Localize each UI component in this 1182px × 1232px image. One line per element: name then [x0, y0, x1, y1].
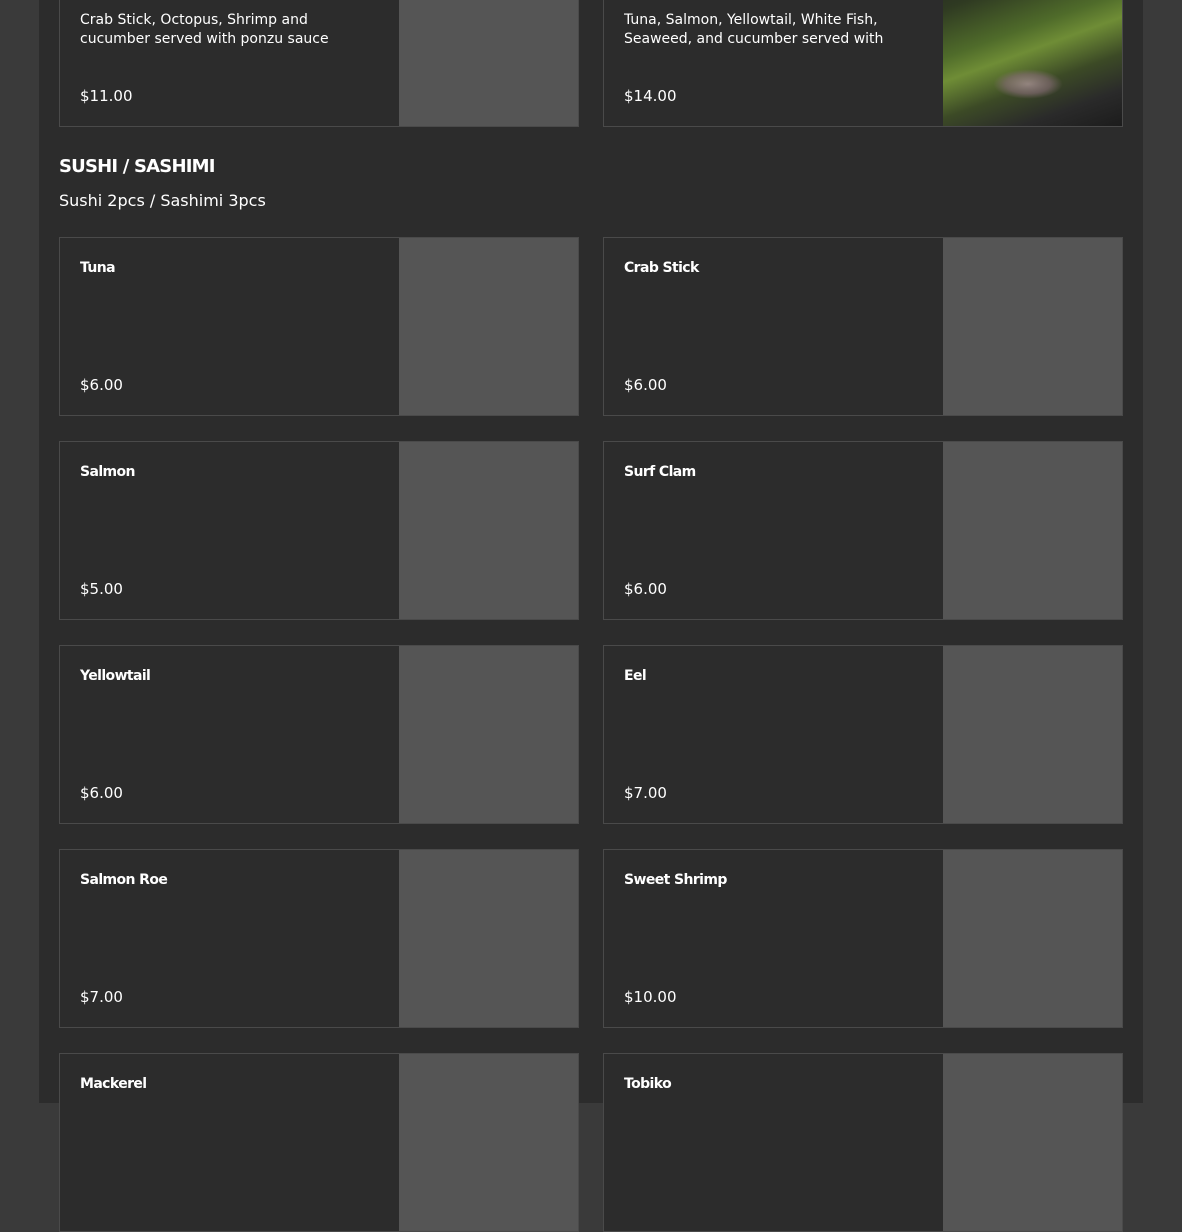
- item-image-placeholder: [943, 1054, 1122, 1231]
- item-price: $6.00: [80, 784, 123, 802]
- item-name: Sweet Shrimp: [624, 872, 727, 888]
- sushi-sashimi-items: Tuna $6.00 Crab Stick $6.00 Salmon $5.00…: [59, 237, 1123, 1232]
- menu-page: Crab Stick, Octopus, Shrimp and cucumber…: [39, 0, 1143, 1232]
- item-image-placeholder: [943, 238, 1122, 415]
- section-title: SUSHI / SASHIMI: [59, 156, 215, 177]
- item-name: Salmon Roe: [80, 872, 168, 888]
- item-price: $10.00: [624, 988, 677, 1006]
- item-description: Tuna, Salmon, Yellowtail, White Fish, Se…: [624, 12, 884, 47]
- item-price: $14.00: [624, 87, 677, 105]
- item-price: $7.00: [624, 784, 667, 802]
- item-image-placeholder: [943, 646, 1122, 823]
- item-price: $5.00: [80, 580, 123, 598]
- item-price: $7.00: [80, 988, 123, 1006]
- menu-item-card[interactable]: Tuna, Salmon, Yellowtail, White Fish, Se…: [603, 0, 1123, 127]
- item-image-placeholder: [399, 1054, 578, 1231]
- item-description: Crab Stick, Octopus, Shrimp and cucumber…: [80, 12, 329, 47]
- item-price: $11.00: [80, 87, 133, 105]
- section-subtitle: Sushi 2pcs / Sashimi 3pcs: [59, 191, 266, 210]
- item-name: Crab Stick: [624, 260, 699, 276]
- item-image-placeholder: [399, 238, 578, 415]
- item-name: Eel: [624, 668, 647, 684]
- menu-item-card[interactable]: Eel $7.00: [603, 645, 1123, 824]
- menu-item-card[interactable]: Mackerel: [59, 1053, 579, 1232]
- item-price: $6.00: [624, 376, 667, 394]
- menu-item-card[interactable]: Crab Stick, Octopus, Shrimp and cucumber…: [59, 0, 579, 127]
- item-image-placeholder: [399, 646, 578, 823]
- item-image-placeholder: [943, 442, 1122, 619]
- menu-item-card[interactable]: Salmon Roe $7.00: [59, 849, 579, 1028]
- item-price: $6.00: [624, 580, 667, 598]
- menu-item-card[interactable]: Yellowtail $6.00: [59, 645, 579, 824]
- item-image-placeholder: [399, 850, 578, 1027]
- item-name: Mackerel: [80, 1076, 147, 1092]
- item-image-placeholder: [399, 0, 578, 126]
- item-image-placeholder: [943, 850, 1122, 1027]
- item-name: Salmon: [80, 464, 136, 480]
- menu-item-card[interactable]: Crab Stick $6.00: [603, 237, 1123, 416]
- item-name: Tuna: [80, 260, 116, 276]
- menu-item-card[interactable]: Surf Clam $6.00: [603, 441, 1123, 620]
- menu-item-card[interactable]: Salmon $5.00: [59, 441, 579, 620]
- item-price: $6.00: [80, 376, 123, 394]
- right-margin: [1143, 0, 1182, 1103]
- item-name: Yellowtail: [80, 668, 151, 684]
- item-image-placeholder: [399, 442, 578, 619]
- menu-item-card[interactable]: Tuna $6.00: [59, 237, 579, 416]
- item-name: Tobiko: [624, 1076, 672, 1092]
- item-name: Surf Clam: [624, 464, 696, 480]
- salad-photo: [943, 0, 1122, 126]
- menu-item-card[interactable]: Sweet Shrimp $10.00: [603, 849, 1123, 1028]
- menu-item-card[interactable]: Tobiko: [603, 1053, 1123, 1232]
- previous-section-items: Crab Stick, Octopus, Shrimp and cucumber…: [59, 0, 1123, 127]
